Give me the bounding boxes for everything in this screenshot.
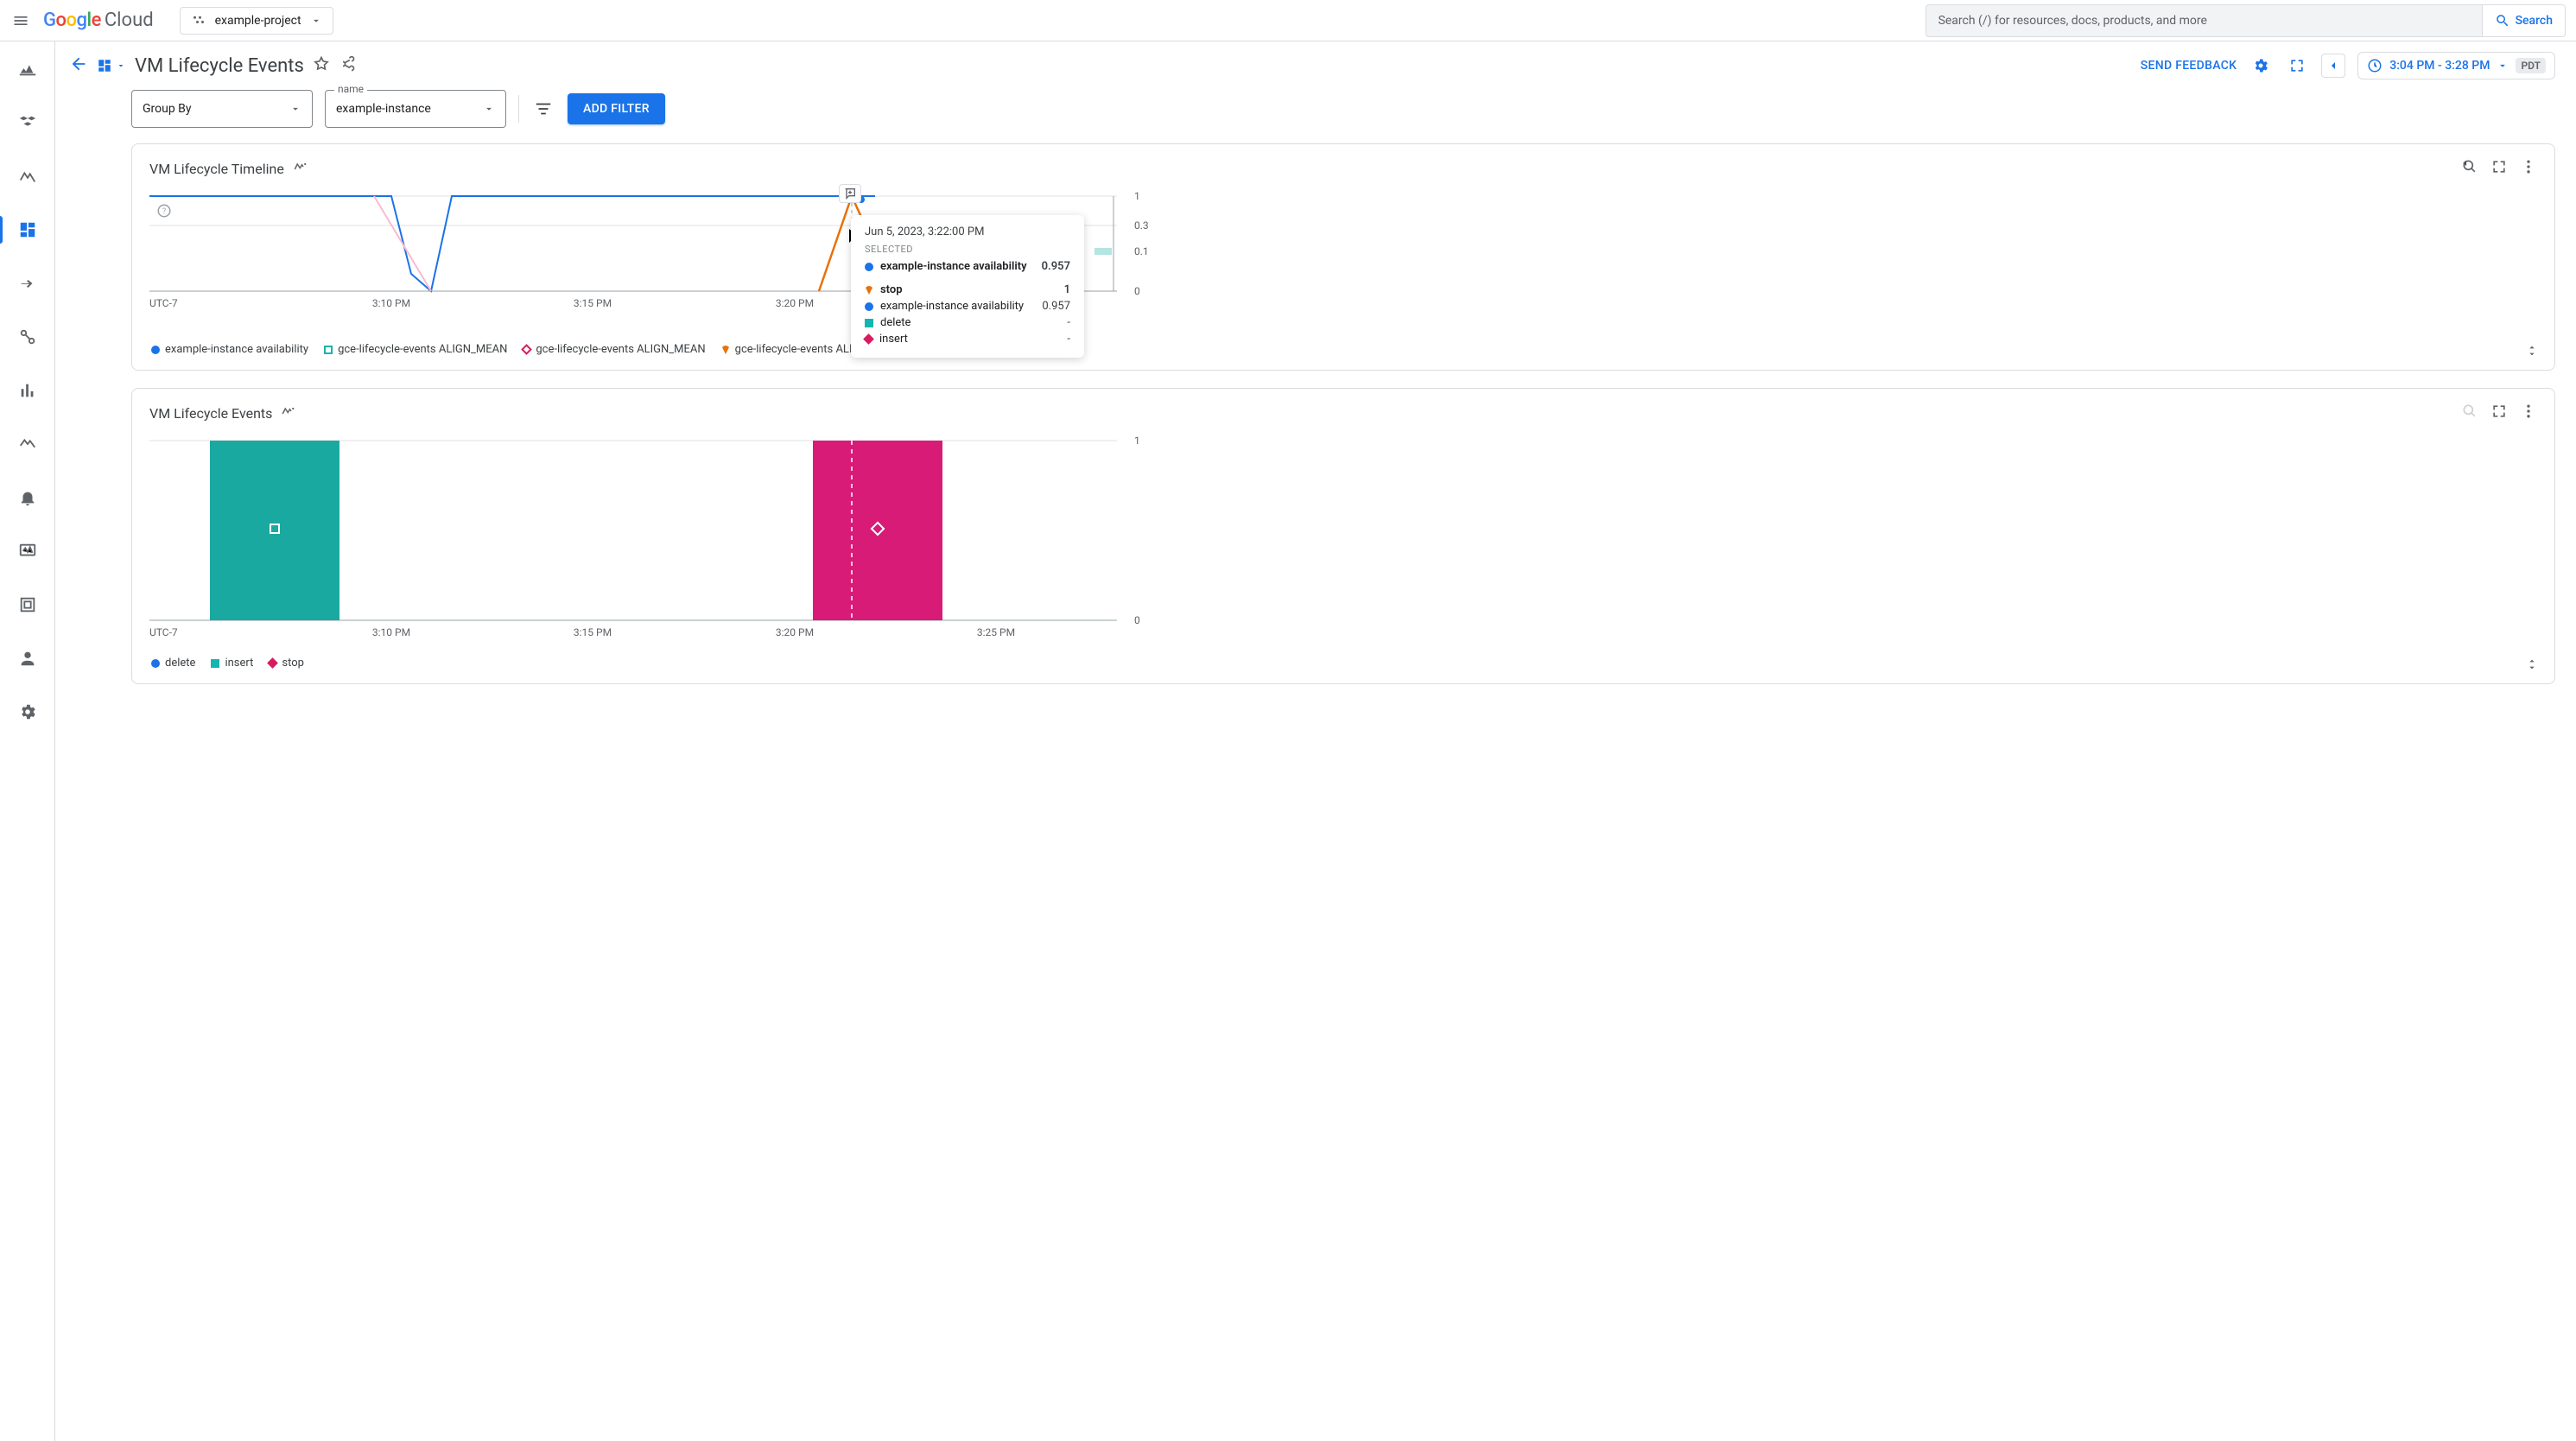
svg-text:3:10 PM: 3:10 PM [372,626,410,638]
nav-dashboards-icon[interactable] [10,213,45,247]
legend-item[interactable]: delete [151,657,195,670]
left-nav-rail [0,41,55,1441]
nav-explorer-icon[interactable] [10,159,45,194]
svg-text:3:20 PM: 3:20 PM [776,626,814,638]
zoom-reset-icon[interactable] [2461,158,2478,179]
share-button[interactable] [339,55,356,76]
nav-uptime-icon[interactable] [10,534,45,568]
search-icon [2495,13,2510,29]
time-range-selector[interactable]: 3:04 PM - 3:28 PM PDT [2357,52,2555,79]
project-icon [191,13,206,29]
svg-text:3:15 PM: 3:15 PM [574,297,612,309]
chevron-down-icon [116,60,126,71]
tooltip-row: insert - [865,331,1070,347]
expand-legend-icon[interactable] [2525,344,2539,361]
fullscreen-chart-icon[interactable] [2490,403,2508,423]
events-chart[interactable]: 1 0 UTC-7 3:10 PM 3:15 PM 3:20 PM 3:25 P… [149,432,2537,648]
chevron-down-icon [483,103,495,115]
time-prev-button[interactable] [2321,54,2345,78]
svg-text:UTC-7: UTC-7 [149,297,178,309]
svg-text:0.1: 0.1 [1134,245,1149,257]
nav-monitoring-icon[interactable] [10,52,45,86]
chevron-down-icon [289,103,301,115]
timeline-legend: example-instance availability gce-lifecy… [149,334,2537,356]
divider [518,95,519,123]
project-name: example-project [215,14,301,28]
chevron-down-icon [2497,60,2509,72]
name-filter-dropdown[interactable]: name example-instance [325,90,506,128]
search-placeholder: Search (/) for resources, docs, products… [1938,14,2207,28]
tooltip-row: example-instance availability 0.957 [865,258,1070,275]
page-title: VM Lifecycle Events [135,55,304,77]
svg-text:0.3: 0.3 [1134,219,1149,232]
search-input[interactable]: Search (/) for resources, docs, products… [1926,4,2483,37]
svg-text:3:20 PM: 3:20 PM [776,297,814,309]
panel-title: VM Lifecycle Events [149,405,272,422]
sparkline-icon[interactable] [293,159,308,178]
svg-text:3:15 PM: 3:15 PM [574,626,612,638]
filter-list-icon[interactable] [531,97,555,121]
main-content: VM Lifecycle Events SEND FEEDBACK 3:04 P… [55,41,2576,1441]
nav-services-icon[interactable] [10,266,45,301]
tooltip-row: stop 1 [865,282,1070,298]
legend-item[interactable]: stop [269,657,304,670]
nav-diagnostics-icon[interactable] [10,427,45,461]
hover-tooltip: Jun 5, 2023, 3:22:00 PM SELECTED example… [851,215,1084,358]
tooltip-timestamp: Jun 5, 2023, 3:22:00 PM [865,225,1070,238]
fullscreen-button[interactable] [2285,54,2309,78]
svg-text:1: 1 [1134,190,1140,202]
svg-text:3:10 PM: 3:10 PM [372,297,410,309]
dashboard-icon [97,58,112,73]
legend-item[interactable]: gce-lifecycle-events ALIGN_MEAN [324,343,507,356]
search-button[interactable]: Search [2483,4,2566,37]
legend-item[interactable]: insert [211,657,253,670]
page-header: VM Lifecycle Events SEND FEEDBACK 3:04 P… [55,41,2576,86]
nav-settings-icon[interactable] [10,695,45,729]
dashboard-picker[interactable] [97,58,126,73]
nav-groups-icon[interactable] [10,105,45,140]
nav-alerts-icon[interactable] [10,480,45,515]
nav-metrics-icon[interactable] [10,373,45,408]
gcp-logo[interactable]: Google Cloud [43,10,154,31]
tooltip-row: example-instance availability 0.957 [865,298,1070,314]
chevron-down-icon [310,15,322,27]
add-filter-button[interactable]: ADD FILTER [568,93,665,124]
help-icon[interactable]: ? [156,203,172,219]
star-button[interactable] [313,55,330,76]
svg-text:UTC-7: UTC-7 [149,626,178,638]
svg-text:0: 0 [1134,614,1140,626]
zoom-reset-icon[interactable] [2461,403,2478,423]
legend-item[interactable]: example-instance availability [151,343,308,356]
project-selector[interactable]: example-project [180,7,333,35]
legend-item[interactable]: gce-lifecycle-events ALIGN_MEAN [523,343,705,356]
svg-text:0: 0 [1134,285,1140,297]
clock-icon [2367,58,2382,73]
add-annotation-button[interactable] [839,184,861,203]
nav-synthetic-icon[interactable] [10,587,45,622]
vm-lifecycle-events-panel: VM Lifecycle Events 1 0 UTC-7 [131,388,2555,684]
panel-title: VM Lifecycle Timeline [149,161,284,177]
vm-lifecycle-timeline-panel: VM Lifecycle Timeline ? [131,143,2555,371]
more-options-icon[interactable] [2520,403,2537,423]
settings-button[interactable] [2249,54,2273,78]
timeline-chart[interactable]: ? 1 0.3 0.1 0 [149,187,2537,334]
events-legend: delete insert stop [149,648,2537,670]
filter-row: Group By name example-instance ADD FILTE… [55,86,2576,143]
svg-text:1: 1 [1134,435,1140,447]
fullscreen-chart-icon[interactable] [2490,158,2508,179]
nav-slo-icon[interactable] [10,320,45,354]
nav-permissions-icon[interactable] [10,641,45,676]
tooltip-row: delete - [865,314,1070,331]
more-options-icon[interactable] [2520,158,2537,179]
timezone-badge: PDT [2516,58,2546,73]
menu-icon[interactable] [10,10,31,31]
svg-text:3:25 PM: 3:25 PM [977,626,1015,638]
back-button[interactable] [69,54,88,77]
svg-text:?: ? [162,207,166,216]
groupby-dropdown[interactable]: Group By [131,90,313,128]
send-feedback-button[interactable]: SEND FEEDBACK [2141,59,2237,73]
expand-legend-icon[interactable] [2525,657,2539,675]
top-bar: Google Cloud example-project Search (/) … [0,0,2576,41]
sparkline-icon[interactable] [281,403,296,422]
